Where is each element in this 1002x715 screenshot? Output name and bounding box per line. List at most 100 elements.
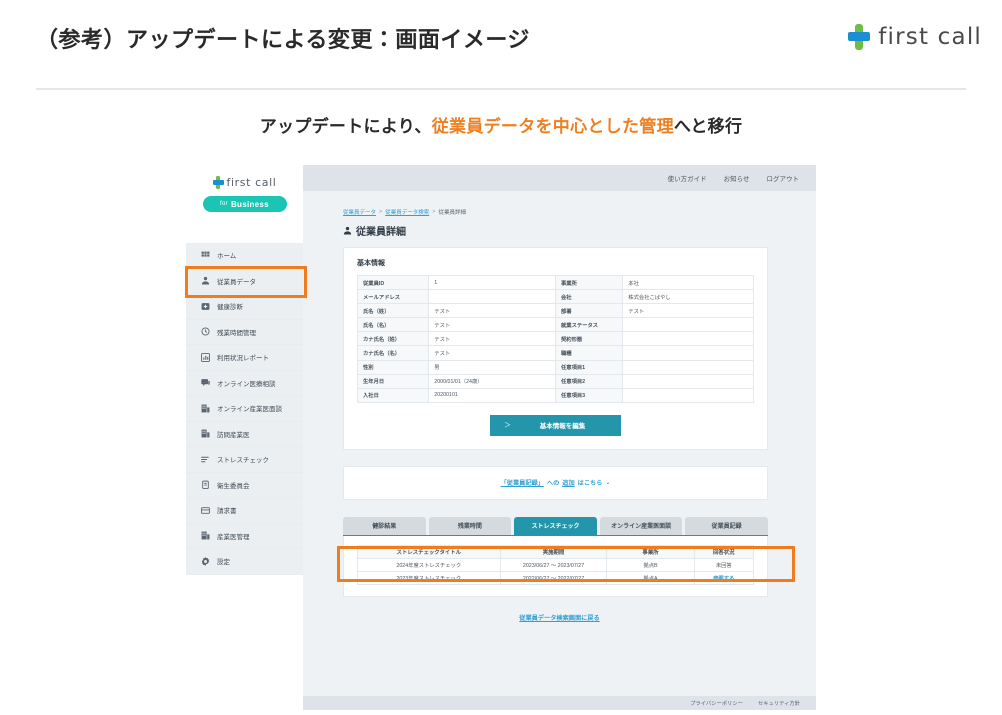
row-value: テスト [623,304,754,318]
row-label: メールアドレス [358,290,429,304]
row-value [623,332,754,346]
detail-tabs-section: 健診結果 残業時間 ストレスチェック オンライン産業医面談 従業員記録 ストレス… [343,517,768,597]
sidebar-item-label: 健康診断 [217,301,243,311]
sidebar-item-label: 訪問産業医 [217,429,250,439]
tab-employee-record[interactable]: 従業員記録 [685,517,768,535]
row-label: 氏名（名） [358,318,429,332]
basic-info-table: 従業員ID1事業所本社 メールアドレス会社株式会社こばやし 氏名（姓）テスト部署… [357,275,754,403]
column-header-office: 事業所 [607,545,694,558]
slide-root: （参考）アップデートによる変更：画面イメージ first call アップデート… [0,0,1002,715]
badge-small-text: for [220,201,228,207]
table-row: 従業員ID1事業所本社 [358,276,754,290]
chevron-down-icon: ⌄ [605,479,610,486]
slide-subtitle: アップデートにより、従業員データを中心とした管理へと移行 [0,112,1002,137]
row-label: 部署 [555,304,622,318]
sidebar-item-doctor-management[interactable]: 産業医管理 [186,524,303,550]
sidebar-brand-name: first call [227,176,277,189]
row-value: 20200101 [429,388,556,402]
privacy-policy-link[interactable]: プライバシーポリシー [690,699,743,707]
record-link-quoted: 「従業員記録」 [501,478,544,487]
row-label: カナ氏名（名） [358,346,429,360]
sidebar-item-health-checkup[interactable]: 健康診断 [186,294,303,320]
record-link-tail: はこちら [578,478,603,487]
back-to-search-link[interactable]: 従業員データ検索画面に戻る [303,613,816,622]
row-label: 性別 [358,360,429,374]
security-policy-link[interactable]: セキュリティ方針 [758,699,800,707]
tab-online-interview[interactable]: オンライン産業医面談 [600,517,683,535]
header-divider [36,88,966,90]
clipboard-icon [201,480,210,489]
sidebar-item-label: 利用状況レポート [217,352,269,362]
row-label: 契約形態 [555,332,622,346]
sidebar-item-settings[interactable]: 設定 [186,549,303,575]
page-title: （参考）アップデートによる変更：画面イメージ [36,22,530,54]
table-row: 2023年度ストレスチェック 2022/06/27 ～ 2022/07/27 拠… [358,571,754,584]
sidebar-item-visiting-doctor[interactable]: 訪問産業医 [186,422,303,448]
app-footer: プライバシーポリシー セキュリティ方針 [303,696,816,710]
employee-record-add-link[interactable]: 「従業員記録」への追加はこちら ⌄ [343,466,768,500]
row-label: 任意項目2 [555,374,622,388]
breadcrumb-item-employee-search[interactable]: 従業員データ検索 [385,208,429,216]
sidebar-item-label: 産業医管理 [217,531,250,541]
sidebar-item-label: 残業時間管理 [217,327,256,337]
building-icon [201,531,210,540]
row-value [429,290,556,304]
table-row: 生年月日2000/01/01（24歳）任意項目2 [358,374,754,388]
table-row: 氏名（姓）テスト部署テスト [358,304,754,318]
cross-icon [848,24,870,50]
health-icon [201,302,210,311]
row-label: 任意項目1 [555,360,622,374]
employee-detail-title: 従業員詳細 [343,223,816,238]
app-content: 従業員データ > 従業員データ検索 > 従業員詳細 従業員詳細 基本情報 従業員… [303,191,816,696]
row-label: 氏名（姓） [358,304,429,318]
person-icon [343,226,352,235]
sidebar-item-online-medical[interactable]: オンライン医療相談 [186,371,303,397]
sidebar-item-health-committee[interactable]: 衛生委員会 [186,473,303,499]
row-label: 会社 [555,290,622,304]
for-business-badge: for Business [203,196,287,212]
cell-status[interactable]: 参照する [694,571,753,584]
sidebar-item-label: 請求書 [217,505,237,515]
sidebar-item-usage-report[interactable]: 利用状況レポート [186,345,303,371]
edit-basic-info-button[interactable]: ＞ 基本情報を編集 [490,415,621,436]
breadcrumb-separator: > [379,209,382,215]
table-row: 性別男任意項目1 [358,360,754,374]
cross-icon [213,176,224,189]
person-icon [201,276,210,285]
sidebar-item-stress-check[interactable]: ストレスチェック [186,447,303,473]
sidebar-item-invoice[interactable]: 請求書 [186,498,303,524]
row-label: 従業員ID [358,276,429,290]
logout-link[interactable]: ログアウト [767,173,800,183]
view-link[interactable]: 参照する [713,576,734,582]
sidebar-item-online-sanjoi[interactable]: オンライン産業医面談 [186,396,303,422]
sidebar-item-home[interactable]: ホーム [186,243,303,269]
subtitle-part-1: アップデートにより、 [260,117,432,136]
cell-office: 拠点B [607,558,694,571]
detail-tabs: 健診結果 残業時間 ストレスチェック オンライン産業医面談 従業員記録 [343,517,768,536]
tab-stress-check[interactable]: ストレスチェック [514,517,597,535]
row-label: 職種 [555,346,622,360]
table-header-row: ストレスチェックタイトル 実施期間 事業所 回答状況 [358,545,754,558]
building-icon [201,404,210,413]
cell-title: 2024年度ストレスチェック [358,558,501,571]
sidebar-item-employee-data[interactable]: 従業員データ [186,269,303,295]
app-topbar: 使い方ガイド お知らせ ログアウト [303,165,816,191]
guide-link[interactable]: 使い方ガイド [668,173,707,183]
sidebar-menu: ホーム 従業員データ 健康診断 残業時間管理 利用状況レポート [186,243,303,575]
breadcrumb-item-employee-data[interactable]: 従業員データ [343,208,376,216]
sidebar-item-overtime[interactable]: 残業時間管理 [186,320,303,346]
record-link-underlined: 追加 [562,478,574,487]
row-value [623,388,754,402]
row-value: テスト [429,346,556,360]
news-link[interactable]: お知らせ [724,173,750,183]
record-link-text: への [547,478,559,487]
row-value: 男 [429,360,556,374]
row-value: 2000/01/01（24歳） [429,374,556,388]
tab-overtime[interactable]: 残業時間 [429,517,512,535]
gear-icon [201,557,210,566]
row-label: 入社日 [358,388,429,402]
clock-icon [201,327,210,336]
tab-health-result[interactable]: 健診結果 [343,517,426,535]
table-row: 入社日20200101任意項目3 [358,388,754,402]
row-value: 株式会社こばやし [623,290,754,304]
